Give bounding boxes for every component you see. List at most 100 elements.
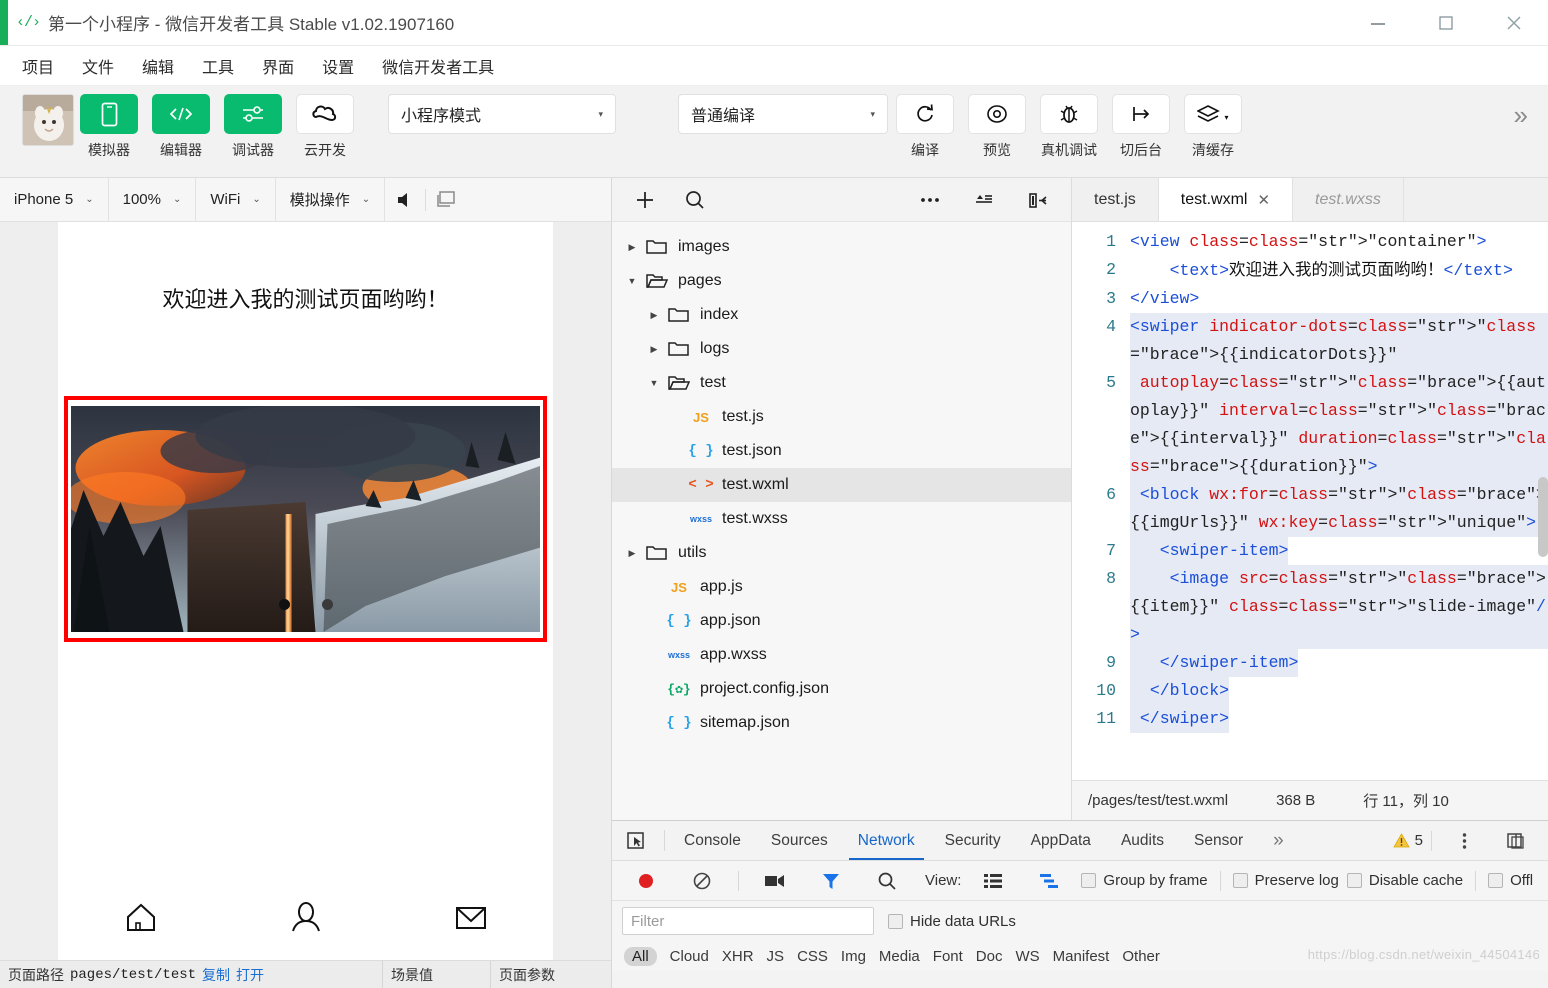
more-icon[interactable] — [911, 181, 949, 219]
record-icon[interactable] — [622, 871, 670, 891]
filter-input[interactable] — [622, 907, 874, 935]
tree-folder-row[interactable]: ▶ logs — [612, 332, 1071, 366]
speaker-icon[interactable] — [385, 178, 425, 222]
code-line[interactable]: 11 </swiper> — [1072, 705, 1548, 733]
tree-file-row[interactable]: JS test.js — [612, 400, 1071, 434]
tab-network[interactable]: Network — [843, 821, 930, 860]
list-view-icon[interactable] — [969, 873, 1017, 889]
swiper[interactable] — [71, 406, 540, 632]
code-line[interactable]: 8 <image src=class="str">"class="brace">… — [1072, 565, 1548, 649]
toolbar-button-simulator[interactable]: 模拟器 — [80, 94, 138, 160]
screen-icon[interactable] — [426, 178, 466, 222]
tree-folder-row[interactable]: ▶ index — [612, 298, 1071, 332]
tree-folder-row[interactable]: ▶ images — [612, 230, 1071, 264]
chevron-right-icon[interactable]: ▶ — [622, 548, 642, 559]
toolbar-button-cloud[interactable]: 云开发 — [296, 94, 354, 160]
checkbox-hide-data-urls[interactable]: Hide data URLs — [888, 913, 1016, 930]
devtools-overflow-button[interactable]: » — [1258, 821, 1299, 860]
funnel-icon[interactable] — [807, 872, 855, 890]
menu-item-tools[interactable]: 工具 — [192, 50, 244, 82]
home-icon[interactable] — [118, 894, 164, 940]
checkbox-disable-cache[interactable]: Disable cache — [1346, 872, 1463, 889]
page-params-cell[interactable]: 页面参数 — [491, 961, 611, 988]
filter-type-cloud[interactable]: Cloud — [670, 948, 709, 965]
checkbox-box[interactable] — [1081, 873, 1097, 888]
filter-type-css[interactable]: CSS — [797, 948, 828, 965]
filter-type-all[interactable]: All — [624, 946, 657, 966]
toolbar-button-preview[interactable]: 预览 — [968, 94, 1026, 160]
chevron-down-icon[interactable]: ▼ — [644, 378, 664, 388]
filter-type-doc[interactable]: Doc — [976, 948, 1003, 965]
plus-icon[interactable] — [626, 181, 664, 219]
chevron-down-icon[interactable]: ▼ — [622, 276, 642, 286]
toolbar-button-clearcache[interactable]: ▾ 清缓存 — [1184, 94, 1242, 160]
code-line[interactable]: 2 <text>欢迎进入我的测试页面哟哟！</text> — [1072, 256, 1548, 285]
menu-item-project[interactable]: 项目 — [12, 50, 64, 82]
tree-file-row[interactable]: { } sitemap.json — [612, 706, 1071, 740]
menu-item-devtools[interactable]: 微信开发者工具 — [372, 50, 504, 82]
inspect-icon[interactable] — [612, 821, 660, 860]
checkbox-box[interactable] — [1232, 873, 1248, 888]
tree-file-row[interactable]: {✿} project.config.json — [612, 672, 1071, 706]
code-line[interactable]: 1 <view class=class="str">"container"> — [1072, 228, 1548, 256]
code-line[interactable]: 9 </swiper-item> — [1072, 649, 1548, 677]
filter-type-font[interactable]: Font — [933, 948, 963, 965]
code-line[interactable]: 7 <swiper-item> — [1072, 537, 1548, 565]
chevron-right-icon[interactable]: ▶ — [644, 310, 664, 321]
filter-type-manifest[interactable]: Manifest — [1053, 948, 1110, 965]
code-line[interactable]: 5 autoplay=class="str">"class="brace">{{… — [1072, 369, 1548, 481]
copy-path-button[interactable]: 复制 — [202, 965, 230, 985]
compile-select[interactable]: 普通编译 ▾ — [678, 94, 888, 134]
swiper-indicator-dots[interactable] — [71, 599, 540, 610]
open-path-button[interactable]: 打开 — [236, 965, 264, 985]
code-line[interactable]: 10 </block> — [1072, 677, 1548, 705]
checkbox-box[interactable] — [888, 913, 903, 929]
checkbox-box[interactable] — [1346, 873, 1362, 888]
warning-indicator[interactable]: 5 — [1392, 832, 1423, 849]
indicator-dot[interactable] — [321, 599, 333, 610]
search-icon[interactable] — [676, 181, 714, 219]
tab-test-wxml[interactable]: test.wxml ✕ — [1158, 178, 1294, 221]
tree-folder-row[interactable]: ▶ utils — [612, 536, 1071, 570]
tree-folder-row[interactable]: ▼ pages — [612, 264, 1071, 298]
gesture-select[interactable]: 模拟操作 ⌄ — [276, 177, 386, 222]
tree-file-row[interactable]: wxss app.wxss — [612, 638, 1071, 672]
minimize-icon[interactable] — [1344, 0, 1412, 46]
tree-file-row[interactable]: < > test.wxml — [612, 468, 1071, 502]
tab-appdata[interactable]: AppData — [1016, 821, 1106, 860]
tab-security[interactable]: Security — [930, 821, 1016, 860]
user-avatar[interactable] — [22, 94, 74, 146]
menu-item-settings[interactable]: 设置 — [312, 50, 364, 82]
network-select[interactable]: WiFi ⌄ — [196, 177, 276, 222]
dock-icon[interactable] — [1492, 832, 1540, 850]
code-line[interactable]: 3 </view> — [1072, 285, 1548, 313]
filter-type-ws[interactable]: WS — [1015, 948, 1039, 965]
kebab-menu-icon[interactable] — [1440, 831, 1488, 851]
toolbar-button-debugger[interactable]: 调试器 — [224, 94, 282, 160]
checkbox-group-by-frame[interactable]: Group by frame — [1081, 872, 1208, 889]
tab-sources[interactable]: Sources — [756, 821, 843, 860]
tree-folder-row[interactable]: ▼ test — [612, 366, 1071, 400]
menu-item-ui[interactable]: 界面 — [252, 50, 304, 82]
zoom-select[interactable]: 100% ⌄ — [109, 177, 197, 222]
tree-file-row[interactable]: JS app.js — [612, 570, 1071, 604]
indicator-dot-active[interactable] — [278, 599, 290, 610]
filter-type-xhr[interactable]: XHR — [722, 948, 754, 965]
collapse-icon[interactable] — [965, 181, 1003, 219]
swiper-container[interactable] — [64, 396, 547, 642]
tree-file-row[interactable]: { } test.json — [612, 434, 1071, 468]
tab-audits[interactable]: Audits — [1106, 821, 1179, 860]
code-content[interactable]: 1 <view class=class="str">"container"> 2 <… — [1072, 222, 1548, 780]
filter-type-js[interactable]: JS — [767, 948, 785, 965]
panel-toggle-icon[interactable] — [1019, 181, 1057, 219]
close-icon[interactable] — [1480, 0, 1548, 46]
clear-icon[interactable] — [678, 871, 726, 891]
toolbar-button-background[interactable]: 切后台 — [1112, 94, 1170, 160]
maximize-icon[interactable] — [1412, 0, 1480, 46]
toolbar-button-remote-debug[interactable]: 真机调试 — [1040, 94, 1098, 160]
tree-file-row[interactable]: wxss test.wxss — [612, 502, 1071, 536]
search-icon[interactable] — [863, 871, 911, 891]
camera-icon[interactable] — [751, 873, 799, 889]
code-line[interactable]: 4 <swiper indicator-dots=class="str">"cla… — [1072, 313, 1548, 369]
checkbox-box[interactable] — [1488, 873, 1504, 888]
